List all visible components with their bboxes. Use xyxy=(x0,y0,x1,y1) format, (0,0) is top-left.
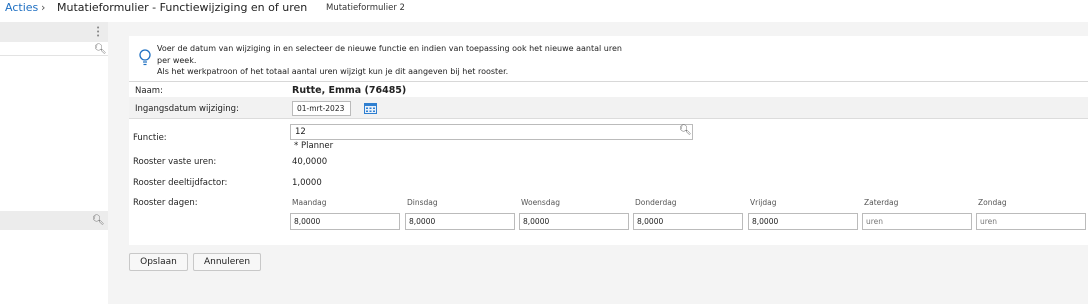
info-text-line1: Voer de datum van wijziging in en select… xyxy=(157,44,622,53)
page-subtitle: Mutatieformulier 2 xyxy=(326,3,405,13)
vaste-uren-label: Rooster vaste uren: xyxy=(133,157,217,167)
day-input-zondag[interactable]: uren xyxy=(976,213,1086,230)
functie-input[interactable]: 12 xyxy=(290,124,693,140)
day-header-maandag: Maandag xyxy=(292,198,327,207)
day-input-vrijdag[interactable]: 8,0000 xyxy=(748,213,858,230)
naam-value: Rutte, Emma (76485) xyxy=(292,85,407,96)
search-icon[interactable]: 🔍︎ xyxy=(92,215,105,226)
day-header-woensdag: Woensdag xyxy=(521,198,560,207)
day-header-zaterdag: Zaterdag xyxy=(864,198,899,207)
functie-label: Functie: xyxy=(133,133,167,143)
cancel-button[interactable]: Annuleren xyxy=(193,253,261,271)
info-text-line3: Als het werkpatroon of het totaal aantal… xyxy=(157,67,509,76)
deeltijdfactor-label: Rooster deeltijdfactor: xyxy=(133,178,228,188)
sidebar-search-input[interactable] xyxy=(0,43,108,56)
save-button[interactable]: Opslaan xyxy=(129,253,188,271)
day-header-zondag: Zondag xyxy=(978,198,1007,207)
ingangsdatum-input[interactable]: 01-mrt-2023 xyxy=(292,101,351,116)
breadcrumb: Acties › Mutatieformulier - Functiewijzi… xyxy=(0,0,1088,18)
search-icon[interactable]: 🔍︎ xyxy=(679,125,692,136)
more-dots-icon[interactable]: • • • xyxy=(96,25,100,40)
search-icon[interactable]: 🔍︎ xyxy=(94,44,107,55)
divider xyxy=(129,81,1088,82)
day-input-woensdag[interactable]: 8,0000 xyxy=(519,213,629,230)
info-bulb-icon xyxy=(139,49,151,66)
breadcrumb-acties-link[interactable]: Acties xyxy=(5,1,38,14)
day-input-maandag[interactable]: 8,0000 xyxy=(290,213,400,230)
day-header-dinsdag: Dinsdag xyxy=(407,198,438,207)
ingangsdatum-row xyxy=(129,97,1088,119)
day-input-zaterdag[interactable]: uren xyxy=(862,213,972,230)
page-title: Mutatieformulier - Functiewijziging en o… xyxy=(57,1,308,14)
info-text-line2: per week. xyxy=(157,56,197,65)
rooster-dagen-label: Rooster dagen: xyxy=(133,198,198,208)
functie-description: * Planner xyxy=(294,141,334,151)
breadcrumb-separator: › xyxy=(41,1,46,14)
sidebar-header xyxy=(0,22,108,42)
day-header-vrijdag: Vrijdag xyxy=(750,198,777,207)
left-sidebar xyxy=(0,22,108,304)
day-input-dinsdag[interactable]: 8,0000 xyxy=(405,213,515,230)
day-header-donderdag: Donderdag xyxy=(635,198,677,207)
ingangsdatum-label: Ingangsdatum wijziging: xyxy=(135,104,239,114)
deeltijdfactor-value: 1,0000 xyxy=(292,178,322,188)
calendar-icon[interactable] xyxy=(364,102,377,114)
naam-label: Naam: xyxy=(135,86,163,96)
vaste-uren-value: 40,0000 xyxy=(292,157,328,167)
day-input-donderdag[interactable]: 8,0000 xyxy=(633,213,743,230)
